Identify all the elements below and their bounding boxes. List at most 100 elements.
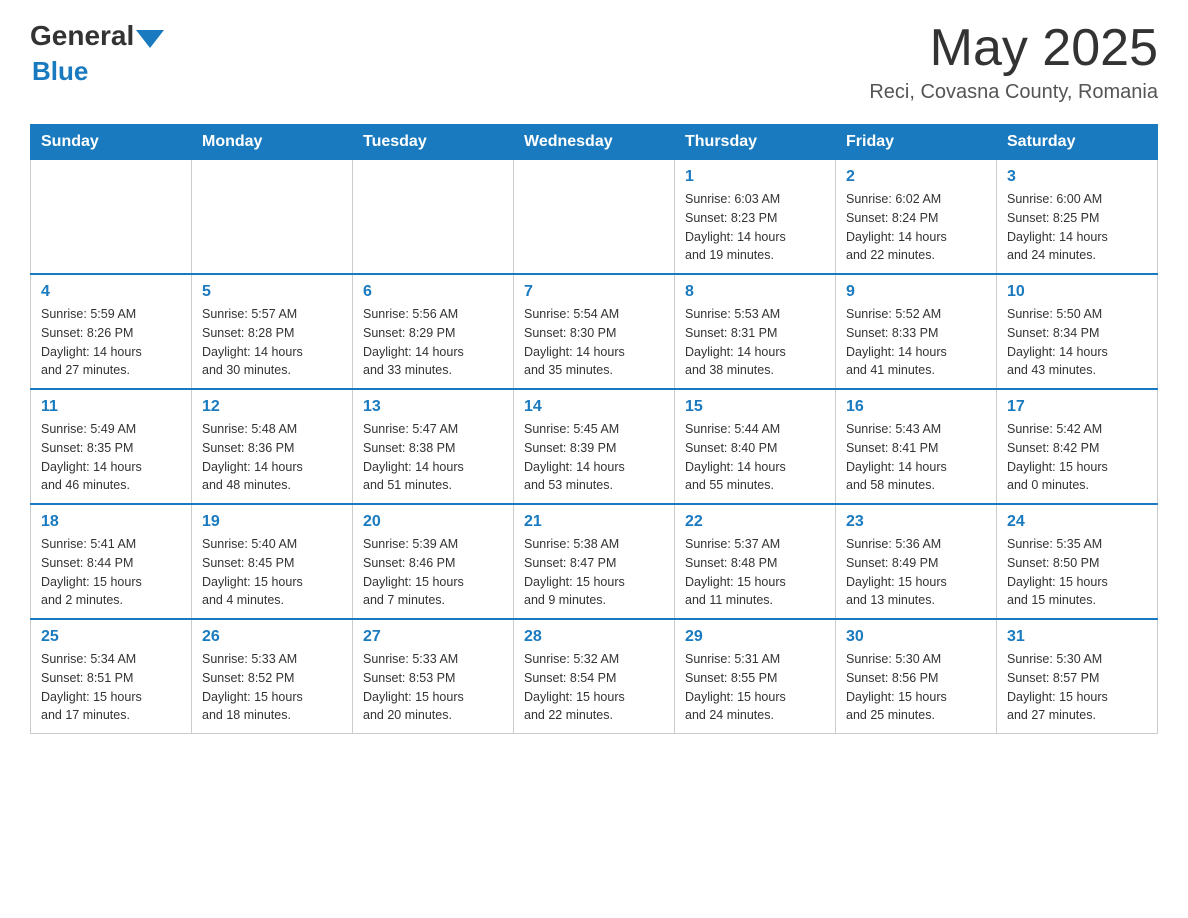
day-number: 27 bbox=[363, 628, 503, 646]
calendar-cell: 28Sunrise: 5:32 AM Sunset: 8:54 PM Dayli… bbox=[514, 619, 675, 734]
calendar-cell bbox=[353, 160, 514, 275]
calendar-cell bbox=[31, 160, 192, 275]
day-info: Sunrise: 5:50 AM Sunset: 8:34 PM Dayligh… bbox=[1007, 305, 1147, 380]
week-row-5: 25 Sunrise: 5:34 AM Sunset: 8:51 PM Dayli… bbox=[31, 619, 1158, 734]
day-info: Sunrise: 5:47 AM Sunset: 8:38 PM Dayligh… bbox=[363, 420, 503, 495]
day-number: 18 bbox=[41, 513, 181, 531]
day-number: 30 bbox=[846, 628, 986, 646]
day-info: Sunrise: 5:59 AM Sunset: 8:26 PM Dayligh… bbox=[41, 305, 181, 380]
day-number: 1 bbox=[685, 168, 825, 186]
day-number: 10 bbox=[1007, 283, 1147, 301]
day-info: Sunrise: 5:33 AM Sunset: 8:52 PM Dayligh… bbox=[202, 650, 342, 725]
calendar-cell: 13 Sunrise: 5:47 AM Sunset: 8:38 PM Dayli… bbox=[353, 389, 514, 504]
calendar-cell: 12Sunrise: 5:48 AM Sunset: 8:36 PM Dayli… bbox=[192, 389, 353, 504]
day-info: Sunrise: 5:44 AM Sunset: 8:40 PM Dayligh… bbox=[685, 420, 825, 495]
calendar-cell: 15 Sunrise: 5:44 AM Sunset: 8:40 PM Dayli… bbox=[675, 389, 836, 504]
day-info: Sunrise: 5:54 AM Sunset: 8:30 PM Dayligh… bbox=[524, 305, 664, 380]
day-number: 6 bbox=[363, 283, 503, 301]
day-number: 29 bbox=[685, 628, 825, 646]
day-number: 9 bbox=[846, 283, 986, 301]
calendar-cell: 3 Sunrise: 6:00 AM Sunset: 8:25 PM Daylig… bbox=[997, 160, 1158, 275]
calendar-table: Sunday Monday Tuesday Wednesday Thursday… bbox=[30, 124, 1158, 734]
day-number: 19 bbox=[202, 513, 342, 531]
calendar-cell: 24 Sunrise: 5:35 AM Sunset: 8:50 PM Dayli… bbox=[997, 504, 1158, 619]
day-info: Sunrise: 5:40 AM Sunset: 8:45 PM Dayligh… bbox=[202, 535, 342, 610]
page-header: General Blue May 2025 Reci, Covasna Coun… bbox=[30, 20, 1158, 104]
calendar-cell: 7 Sunrise: 5:54 AM Sunset: 8:30 PM Daylig… bbox=[514, 274, 675, 389]
calendar-cell: 6Sunrise: 5:56 AM Sunset: 8:29 PM Daylig… bbox=[353, 274, 514, 389]
header-row: Sunday Monday Tuesday Wednesday Thursday… bbox=[31, 125, 1158, 160]
day-number: 22 bbox=[685, 513, 825, 531]
calendar-cell: 29 Sunrise: 5:31 AM Sunset: 8:55 PM Dayli… bbox=[675, 619, 836, 734]
day-info: Sunrise: 5:34 AM Sunset: 8:51 PM Dayligh… bbox=[41, 650, 181, 725]
calendar-cell: 14Sunrise: 5:45 AM Sunset: 8:39 PM Dayli… bbox=[514, 389, 675, 504]
day-info: Sunrise: 5:35 AM Sunset: 8:50 PM Dayligh… bbox=[1007, 535, 1147, 610]
calendar-cell: 16 Sunrise: 5:43 AM Sunset: 8:41 PM Dayli… bbox=[836, 389, 997, 504]
day-info: Sunrise: 5:48 AM Sunset: 8:36 PM Dayligh… bbox=[202, 420, 342, 495]
header-tuesday: Tuesday bbox=[353, 125, 514, 160]
calendar-cell: 4Sunrise: 5:59 AM Sunset: 8:26 PM Daylig… bbox=[31, 274, 192, 389]
week-row-2: 4Sunrise: 5:59 AM Sunset: 8:26 PM Daylig… bbox=[31, 274, 1158, 389]
day-info: Sunrise: 5:37 AM Sunset: 8:48 PM Dayligh… bbox=[685, 535, 825, 610]
day-info: Sunrise: 5:43 AM Sunset: 8:41 PM Dayligh… bbox=[846, 420, 986, 495]
calendar-cell: 31 Sunrise: 5:30 AM Sunset: 8:57 PM Dayli… bbox=[997, 619, 1158, 734]
day-number: 17 bbox=[1007, 398, 1147, 416]
calendar-cell: 9Sunrise: 5:52 AM Sunset: 8:33 PM Daylig… bbox=[836, 274, 997, 389]
calendar-cell: 17 Sunrise: 5:42 AM Sunset: 8:42 PM Dayli… bbox=[997, 389, 1158, 504]
title-section: May 2025 Reci, Covasna County, Romania bbox=[869, 20, 1158, 104]
header-saturday: Saturday bbox=[997, 125, 1158, 160]
day-number: 5 bbox=[202, 283, 342, 301]
day-info: Sunrise: 5:32 AM Sunset: 8:54 PM Dayligh… bbox=[524, 650, 664, 725]
day-number: 31 bbox=[1007, 628, 1147, 646]
day-info: Sunrise: 5:38 AM Sunset: 8:47 PM Dayligh… bbox=[524, 535, 664, 610]
day-info: Sunrise: 5:30 AM Sunset: 8:57 PM Dayligh… bbox=[1007, 650, 1147, 725]
day-info: Sunrise: 5:31 AM Sunset: 8:55 PM Dayligh… bbox=[685, 650, 825, 725]
calendar-cell: 27Sunrise: 5:33 AM Sunset: 8:53 PM Dayli… bbox=[353, 619, 514, 734]
month-title: May 2025 bbox=[869, 20, 1158, 77]
day-number: 21 bbox=[524, 513, 664, 531]
logo: General Blue bbox=[30, 20, 164, 87]
calendar-cell: 30 Sunrise: 5:30 AM Sunset: 8:56 PM Dayli… bbox=[836, 619, 997, 734]
day-number: 13 bbox=[363, 398, 503, 416]
header-sunday: Sunday bbox=[31, 125, 192, 160]
day-number: 24 bbox=[1007, 513, 1147, 531]
day-number: 7 bbox=[524, 283, 664, 301]
calendar-cell: 23 Sunrise: 5:36 AM Sunset: 8:49 PM Dayli… bbox=[836, 504, 997, 619]
day-info: Sunrise: 6:00 AM Sunset: 8:25 PM Dayligh… bbox=[1007, 190, 1147, 265]
day-info: Sunrise: 5:30 AM Sunset: 8:56 PM Dayligh… bbox=[846, 650, 986, 725]
location-text: Reci, Covasna County, Romania bbox=[869, 81, 1158, 104]
calendar-cell: 20Sunrise: 5:39 AM Sunset: 8:46 PM Dayli… bbox=[353, 504, 514, 619]
day-info: Sunrise: 5:39 AM Sunset: 8:46 PM Dayligh… bbox=[363, 535, 503, 610]
day-info: Sunrise: 5:45 AM Sunset: 8:39 PM Dayligh… bbox=[524, 420, 664, 495]
calendar-cell: 8Sunrise: 5:53 AM Sunset: 8:31 PM Daylig… bbox=[675, 274, 836, 389]
calendar-cell: 10 Sunrise: 5:50 AM Sunset: 8:34 PM Dayli… bbox=[997, 274, 1158, 389]
day-info: Sunrise: 5:57 AM Sunset: 8:28 PM Dayligh… bbox=[202, 305, 342, 380]
calendar-cell: 22 Sunrise: 5:37 AM Sunset: 8:48 PM Dayli… bbox=[675, 504, 836, 619]
day-number: 8 bbox=[685, 283, 825, 301]
day-info: Sunrise: 5:42 AM Sunset: 8:42 PM Dayligh… bbox=[1007, 420, 1147, 495]
header-wednesday: Wednesday bbox=[514, 125, 675, 160]
day-info: Sunrise: 5:36 AM Sunset: 8:49 PM Dayligh… bbox=[846, 535, 986, 610]
day-info: Sunrise: 6:03 AM Sunset: 8:23 PM Dayligh… bbox=[685, 190, 825, 265]
calendar-cell: 1 Sunrise: 6:03 AM Sunset: 8:23 PM Daylig… bbox=[675, 160, 836, 275]
calendar-cell: 26 Sunrise: 5:33 AM Sunset: 8:52 PM Dayli… bbox=[192, 619, 353, 734]
calendar-cell: 11 Sunrise: 5:49 AM Sunset: 8:35 PM Dayli… bbox=[31, 389, 192, 504]
day-info: Sunrise: 5:49 AM Sunset: 8:35 PM Dayligh… bbox=[41, 420, 181, 495]
day-number: 26 bbox=[202, 628, 342, 646]
week-row-1: 1 Sunrise: 6:03 AM Sunset: 8:23 PM Daylig… bbox=[31, 160, 1158, 275]
header-thursday: Thursday bbox=[675, 125, 836, 160]
day-number: 25 bbox=[41, 628, 181, 646]
day-number: 15 bbox=[685, 398, 825, 416]
day-number: 11 bbox=[41, 398, 181, 416]
day-number: 16 bbox=[846, 398, 986, 416]
calendar-cell bbox=[514, 160, 675, 275]
calendar-cell bbox=[192, 160, 353, 275]
day-number: 3 bbox=[1007, 168, 1147, 186]
day-number: 23 bbox=[846, 513, 986, 531]
header-friday: Friday bbox=[836, 125, 997, 160]
logo-blue-text: Blue bbox=[32, 56, 88, 87]
week-row-3: 11 Sunrise: 5:49 AM Sunset: 8:35 PM Dayli… bbox=[31, 389, 1158, 504]
calendar-cell: 21 Sunrise: 5:38 AM Sunset: 8:47 PM Dayli… bbox=[514, 504, 675, 619]
calendar-cell: 19 Sunrise: 5:40 AM Sunset: 8:45 PM Dayli… bbox=[192, 504, 353, 619]
day-number: 2 bbox=[846, 168, 986, 186]
